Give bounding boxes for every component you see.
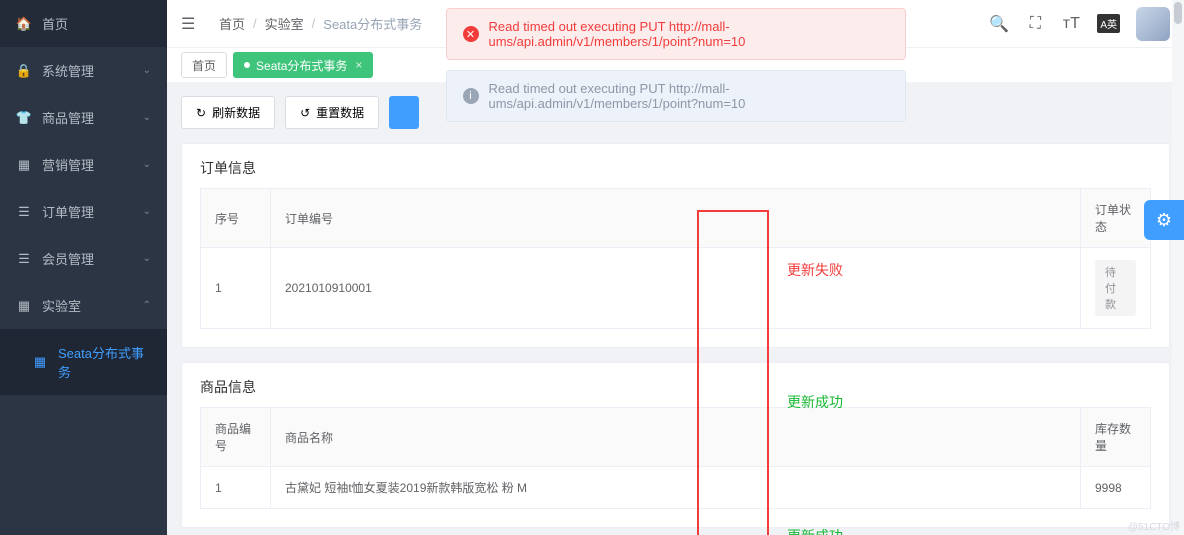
reset-label: 重置数据 — [316, 104, 364, 121]
table-row: 1 古黛妃 短袖t恤女夏装2019新款韩版宽松 粉 M 9998 — [201, 467, 1151, 509]
active-dot-icon — [244, 62, 250, 68]
sidebar-item-label: 订单管理 — [42, 202, 143, 221]
tab-home[interactable]: 首页 — [181, 52, 227, 78]
chevron-down-icon: ⌄ — [143, 65, 151, 76]
reset-icon: ↺ — [300, 106, 310, 120]
cell-goodsname: 古黛妃 短袖t恤女夏装2019新款韩版宽松 粉 M — [271, 467, 1081, 509]
toast-message: Read timed out executing PUT http://mall… — [489, 81, 889, 111]
chevron-down-icon: ⌄ — [143, 253, 151, 264]
th-goodsid: 商品编号 — [201, 408, 271, 467]
sidebar-item-label: 系统管理 — [42, 61, 143, 80]
avatar[interactable] — [1136, 7, 1170, 41]
sidebar-item-order[interactable]: ☰ 订单管理 ⌄ — [0, 188, 167, 235]
sidebar-item-member[interactable]: ☰ 会员管理 ⌄ — [0, 235, 167, 282]
breadcrumb-separator: / — [253, 16, 257, 31]
fontsize-icon[interactable]: ᴛT — [1061, 14, 1081, 34]
sidebar-item-label: 首页 — [42, 14, 151, 33]
breadcrumb-separator: / — [312, 16, 316, 31]
grid-icon: ▦ — [16, 157, 32, 173]
status-badge: 待付款 — [1095, 260, 1136, 316]
breadcrumb-home[interactable]: 首页 — [219, 14, 245, 33]
breadcrumb: 首页 / 实验室 / Seata分布式事务 — [215, 14, 426, 33]
section-goods: 商品信息 商品编号 商品名称 库存数量 1 古黛妃 短袖t恤女夏装2019新款韩… — [181, 362, 1170, 528]
tab-label: 首页 — [192, 57, 216, 74]
reset-button[interactable]: ↺ 重置数据 — [285, 96, 379, 129]
th-seq: 序号 — [201, 189, 271, 248]
tab-seata[interactable]: Seata分布式事务 × — [233, 52, 373, 78]
th-stock: 库存数量 — [1081, 408, 1151, 467]
fullscreen-icon[interactable]: ⛶ — [1025, 14, 1045, 34]
search-icon[interactable]: 🔍 — [989, 14, 1009, 34]
language-toggle[interactable]: A英 — [1097, 14, 1120, 33]
list-icon: ☰ — [16, 251, 32, 267]
scrollbar-track[interactable] — [1172, 0, 1184, 535]
hamburger-icon[interactable]: ☰ — [181, 14, 201, 34]
error-icon: ✕ — [463, 26, 479, 42]
cell-stock: 9998 — [1081, 467, 1151, 509]
submit-button[interactable] — [389, 96, 419, 129]
table-row: 1 2021010910001 待付款 — [201, 248, 1151, 329]
breadcrumb-current: Seata分布式事务 — [323, 14, 422, 33]
lock-icon: 🔒 — [16, 63, 32, 79]
home-icon: 🏠 — [16, 16, 32, 32]
sidebar-item-goods[interactable]: 👕 商品管理 ⌄ — [0, 94, 167, 141]
breadcrumb-lab[interactable]: 实验室 — [265, 14, 304, 33]
shirt-icon: 👕 — [16, 110, 32, 126]
toast-error: ✕ Read timed out executing PUT http://ma… — [446, 8, 906, 60]
cell-goodsid: 1 — [201, 467, 271, 509]
scrollbar-thumb[interactable] — [1174, 2, 1182, 24]
chevron-down-icon: ⌄ — [143, 206, 151, 217]
goods-table: 商品编号 商品名称 库存数量 1 古黛妃 短袖t恤女夏装2019新款韩版宽松 粉… — [200, 407, 1151, 509]
cell-seq: 1 — [201, 248, 271, 329]
grid-icon: ▦ — [16, 298, 32, 314]
sidebar-item-label: Seata分布式事务 — [58, 343, 151, 381]
refresh-button[interactable]: ↻ 刷新数据 — [181, 96, 275, 129]
list-icon: ☰ — [16, 204, 32, 220]
sidebar-item-label: 会员管理 — [42, 249, 143, 268]
refresh-icon: ↻ — [196, 106, 206, 120]
content-area: ↻ 刷新数据 ↺ 重置数据 订单信息 序号 订单编号 订单 — [167, 82, 1184, 535]
th-goodsname: 商品名称 — [271, 408, 1081, 467]
sidebar: 🏠 首页 🔒 系统管理 ⌄ 👕 商品管理 ⌄ ▦ 营销管理 ⌄ ☰ 订单管理 ⌄… — [0, 0, 167, 535]
main: ☰ 首页 / 实验室 / Seata分布式事务 🔍 ⛶ ᴛT A英 首页 — [167, 0, 1184, 535]
section-title-order: 订单信息 — [182, 144, 1169, 188]
th-status: 订单状态 — [1081, 189, 1151, 248]
order-table: 序号 订单编号 订单状态 1 2021010910001 待付款 — [200, 188, 1151, 329]
chevron-down-icon: ⌄ — [143, 159, 151, 170]
toast-message: Read timed out executing PUT http://mall… — [489, 19, 889, 49]
section-title-goods: 商品信息 — [182, 363, 1169, 407]
toast-stack: ✕ Read timed out executing PUT http://ma… — [446, 8, 906, 122]
gear-icon: ⚙ — [1156, 210, 1172, 231]
close-icon[interactable]: × — [355, 58, 362, 72]
tab-label: Seata分布式事务 — [256, 57, 347, 74]
chevron-up-icon: ⌃ — [143, 300, 151, 311]
grid-icon: ▦ — [32, 354, 48, 370]
sidebar-item-label: 商品管理 — [42, 108, 143, 127]
chevron-down-icon: ⌄ — [143, 112, 151, 123]
sidebar-item-seata[interactable]: ▦ Seata分布式事务 — [0, 329, 167, 395]
cell-status: 待付款 — [1081, 248, 1151, 329]
info-icon: i — [463, 88, 479, 104]
settings-fab[interactable]: ⚙ — [1144, 200, 1184, 240]
sidebar-item-system[interactable]: 🔒 系统管理 ⌄ — [0, 47, 167, 94]
th-orderno: 订单编号 — [271, 189, 1081, 248]
refresh-label: 刷新数据 — [212, 104, 260, 121]
sidebar-item-lab[interactable]: ▦ 实验室 ⌃ — [0, 282, 167, 329]
sidebar-item-home[interactable]: 🏠 首页 — [0, 0, 167, 47]
watermark: @51CTO博 — [1128, 518, 1180, 533]
sidebar-item-label: 营销管理 — [42, 155, 143, 174]
cell-orderno: 2021010910001 — [271, 248, 1081, 329]
toast-info: i Read timed out executing PUT http://ma… — [446, 70, 906, 122]
sidebar-item-marketing[interactable]: ▦ 营销管理 ⌄ — [0, 141, 167, 188]
section-order: 订单信息 序号 订单编号 订单状态 1 2021010910001 待付款 — [181, 143, 1170, 348]
sidebar-item-label: 实验室 — [42, 296, 143, 315]
